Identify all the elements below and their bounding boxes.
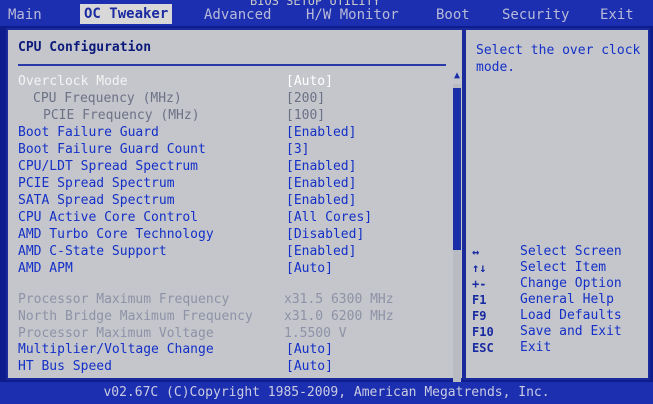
tab-advanced[interactable]: Advanced	[204, 6, 271, 24]
setting-value[interactable]: [Enabled]	[286, 159, 356, 175]
setting-value[interactable]: [Enabled]	[286, 244, 356, 260]
key-desc: Save and Exit	[520, 324, 622, 339]
setting-label: PCIE Spread Spectrum	[18, 176, 175, 191]
setting-value[interactable]: [200]	[286, 91, 325, 107]
tab-security[interactable]: Security	[502, 6, 569, 24]
info-value: 1.5500 V	[284, 326, 347, 341]
setting-value[interactable]: [Auto]	[286, 342, 333, 358]
section-title: CPU Configuration	[18, 40, 152, 55]
up-down-arrows-icon: ↑↓	[472, 261, 487, 275]
menu-bar: BIOS SETUP UTILITY Main OC Tweaker Advan…	[0, 0, 653, 26]
tab-boot[interactable]: Boot	[436, 6, 470, 24]
info-label: North Bridge Maximum Frequency	[18, 309, 253, 324]
tab-hw-monitor[interactable]: H/W Monitor	[306, 6, 399, 24]
tab-exit[interactable]: Exit	[600, 6, 634, 24]
setting-value[interactable]: [Enabled]	[286, 176, 356, 192]
help-text: Select the over clock mode.	[476, 43, 641, 75]
help-panel: Select the over clock mode. ↔ Select Scr…	[464, 28, 650, 380]
key-desc: Select Screen	[520, 244, 622, 259]
setting-value[interactable]: [Auto]	[286, 74, 333, 90]
key-desc: General Help	[520, 292, 614, 307]
setting-label: AMD APM	[18, 261, 73, 276]
setting-value[interactable]: [3]	[286, 142, 309, 158]
scroll-thumb[interactable]	[453, 88, 461, 250]
setting-label: Boot Failure Guard Count	[18, 142, 206, 157]
setting-label: CPU Frequency (MHz)	[33, 91, 182, 106]
key-desc: Change Option	[520, 276, 622, 291]
setting-value[interactable]: [Enabled]	[286, 193, 356, 209]
setting-label: SATA Spread Spectrum	[18, 193, 175, 208]
info-value: x31.5 6300 MHz	[284, 292, 394, 307]
info-value: x31.0 6200 MHz	[284, 309, 394, 324]
key-label: +-	[472, 277, 487, 291]
info-label: Processor Maximum Frequency	[18, 292, 230, 307]
key-desc: Exit	[520, 340, 552, 355]
setting-label: AMD C-State Support	[18, 244, 167, 259]
setting-value[interactable]: [Auto]	[286, 261, 333, 277]
copyright-footer: v02.67C (C)Copyright 1985-2009, American…	[0, 382, 653, 404]
setting-label: CPU/LDT Spread Spectrum	[18, 159, 199, 174]
left-right-arrows-icon: ↔	[472, 245, 480, 259]
setting-label: HT Bus Speed	[18, 359, 112, 374]
setting-label: PCIE Frequency (MHz)	[43, 108, 200, 123]
key-desc: Select Item	[520, 260, 607, 275]
settings-panel: CPU Configuration Overclock Mode [Auto] …	[6, 28, 464, 399]
section-divider	[18, 64, 446, 66]
key-label: F9	[472, 309, 487, 323]
info-label: Processor Maximum Voltage	[18, 326, 214, 341]
key-label: F10	[472, 325, 494, 339]
setting-value[interactable]: [Disabled]	[286, 227, 364, 243]
tab-oc-tweaker[interactable]: OC Tweaker	[80, 4, 173, 24]
tab-main[interactable]: Main	[8, 6, 42, 24]
key-label: F1	[472, 293, 487, 307]
key-label: ESC	[472, 341, 494, 355]
setting-label: Multiplier/Voltage Change	[18, 342, 214, 357]
setting-value[interactable]: [Enabled]	[286, 125, 356, 141]
setting-label: Boot Failure Guard	[18, 125, 159, 140]
scrollbar[interactable]: ▲ ▼	[452, 70, 462, 400]
key-desc: Load Defaults	[520, 308, 622, 323]
setting-label: Overclock Mode	[18, 74, 128, 89]
setting-label: AMD Turbo Core Technology	[18, 227, 214, 242]
setting-value[interactable]: [Auto]	[286, 359, 333, 375]
scroll-up-arrow-icon[interactable]: ▲	[452, 70, 462, 81]
setting-label: CPU Active Core Control	[18, 210, 199, 225]
setting-value[interactable]: [All Cores]	[286, 210, 372, 226]
setting-value[interactable]: [100]	[286, 108, 325, 124]
